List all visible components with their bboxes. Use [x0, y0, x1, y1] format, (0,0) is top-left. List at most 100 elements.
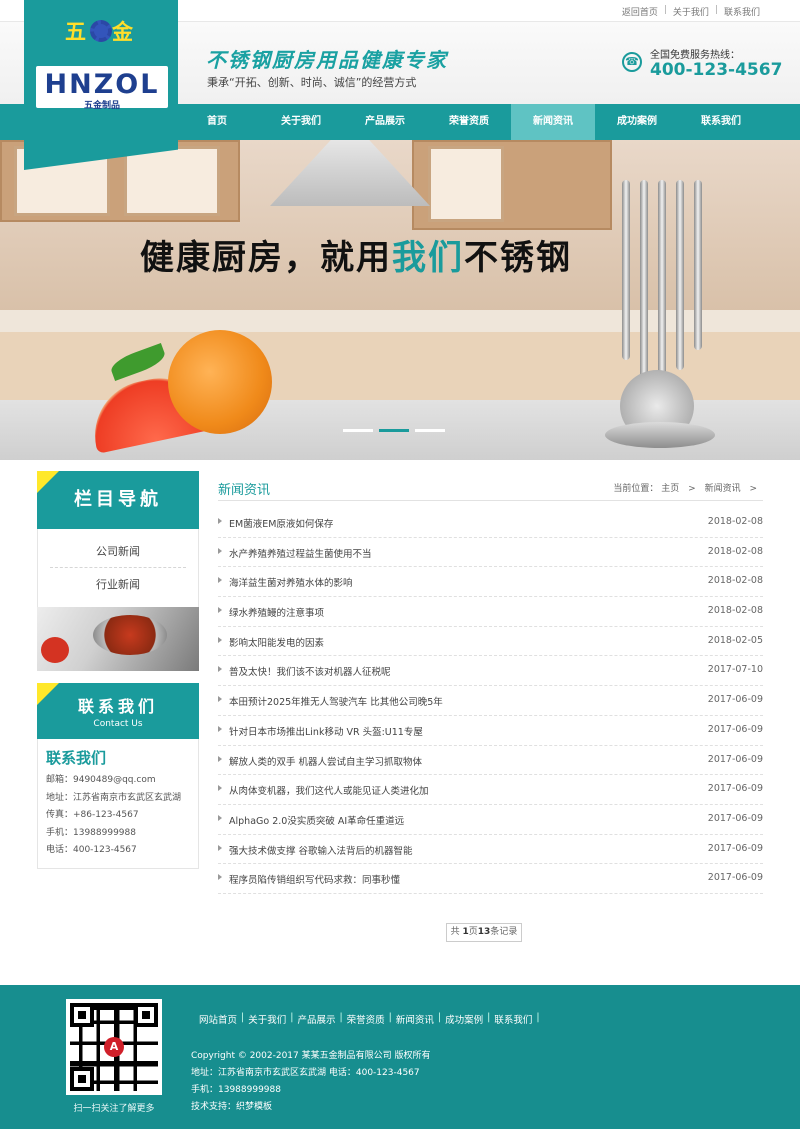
top-link-home[interactable]: 返回首页	[622, 5, 658, 18]
footer-link-contact[interactable]: 联系我们	[490, 1012, 536, 1026]
bullet-arrow-icon	[218, 518, 222, 524]
phone-icon: ☎	[622, 52, 642, 72]
list-item: 强大技术做支撑 谷歌输入法背后的机器智能 2017-06-09	[218, 835, 763, 865]
banner-text-part: 健康厨房，就用	[140, 238, 392, 278]
list-item: AlphaGo 2.0没实质突破 AI革命任重道远 2017-06-09	[218, 805, 763, 835]
news-title-link[interactable]: AlphaGo 2.0没实质突破 AI革命任重道远	[229, 813, 404, 827]
news-date: 2017-06-09	[707, 723, 763, 735]
news-date: 2018-02-08	[707, 605, 763, 617]
qr-code-image: A	[66, 999, 162, 1095]
column-nav-list: 公司新闻 行业新闻	[37, 529, 199, 607]
list-item: 针对日本市场推出Link移动 VR 头盔:U11专屋 2017-06-09	[218, 716, 763, 746]
footer-info: Copyright © 2002-2017 某某五金制品有限公司 版权所有 地址…	[191, 1048, 430, 1116]
news-date: 2018-02-08	[707, 516, 763, 527]
bullet-arrow-icon	[218, 814, 222, 821]
range-hood	[270, 140, 430, 206]
contact-header-title: 联系我们	[77, 697, 158, 716]
news-title-link[interactable]: 水产养殖养殖过程益生菌使用不当	[229, 546, 372, 560]
nav-item-products[interactable]: 产品展示	[343, 104, 427, 140]
separator: |	[714, 5, 718, 15]
footer-link-about[interactable]: 关于我们	[244, 1012, 290, 1026]
pager-mid: 页	[468, 927, 478, 937]
breadcrumb-label: 当前位置：	[613, 484, 659, 494]
nav-item-contact[interactable]: 联系我们	[679, 104, 763, 140]
list-item: 本田预计2025年推无人驾驶汽车 比其他公司晚5年 2017-06-09	[218, 686, 763, 716]
footer-mobile: 手机：13988999988	[191, 1085, 281, 1095]
breadcrumb: 当前位置： 主页 > 新闻资讯 >	[613, 481, 763, 494]
qr-finder	[70, 1067, 94, 1091]
news-title-link[interactable]: 本田预计2025年推无人驾驶汽车 比其他公司晚5年	[229, 694, 443, 708]
footer: A 扫一扫关注了解更多 网站首页 | 关于我们 | 产品展示 | 荣誉资质 | 新闻资讯…	[0, 985, 800, 1129]
news-date: 2017-06-09	[707, 783, 763, 795]
news-date: 2017-06-09	[707, 842, 763, 854]
contact-header: 联系我们 Contact Us	[37, 683, 199, 739]
list-item: 影响太阳能发电的因素 2018-02-05	[218, 627, 763, 657]
news-title-link[interactable]: 从肉体变机器，我们这代人或能见证人类进化加	[229, 783, 429, 797]
news-title-link[interactable]: 普及太快！我们该不该对机器人征税呢	[229, 664, 391, 678]
header-slogan: 不锈钢厨房用品健康专家	[206, 48, 448, 72]
footer-address: 地址：江苏省南京市玄武区玄武湖 电话：400-123-4567	[191, 1068, 420, 1078]
news-title-link[interactable]: 海洋益生菌对养殖水体的影响	[229, 575, 353, 589]
top-link-contact[interactable]: 联系我们	[724, 5, 760, 18]
footer-link-cases[interactable]: 成功案例	[441, 1012, 487, 1026]
news-title-link[interactable]: 绿水养殖鳗的注意事项	[229, 605, 324, 619]
hero-banner[interactable]: 健康厨房，就用我们不锈钢	[0, 140, 800, 460]
bullet-arrow-icon	[218, 785, 222, 792]
slide-dot[interactable]	[343, 429, 373, 432]
news-date: 2017-06-09	[707, 753, 763, 765]
column-nav-header: 栏目导航	[37, 471, 199, 529]
news-title-link[interactable]: EM菌液EM原液如何保存	[229, 516, 333, 530]
hotline-label: 全国免费服务热线：	[650, 50, 740, 61]
wok-image	[93, 615, 167, 655]
top-link-about[interactable]: 关于我们	[673, 5, 709, 18]
news-title-link[interactable]: 解放人类的双手 机器人尝试自主学习抓取物体	[229, 754, 422, 768]
gear-icon	[90, 20, 112, 42]
footer-nav: 网站首页 | 关于我们 | 产品展示 | 荣誉资质 | 新闻资讯 | 成功案例 | 联系我们…	[195, 1012, 540, 1026]
sidebar-item-company-news[interactable]: 公司新闻	[50, 535, 186, 568]
list-item: 水产养殖养殖过程益生菌使用不当 2018-02-08	[218, 538, 763, 568]
nav-item-cases[interactable]: 成功案例	[595, 104, 679, 140]
breadcrumb-separator: >	[749, 484, 757, 494]
utensil-image	[676, 180, 684, 370]
footer-support: 技术支持：织梦模板	[191, 1102, 273, 1112]
utensil-image	[640, 180, 648, 380]
qr-caption: 扫一扫关注了解更多	[73, 1104, 155, 1114]
breadcrumb-news[interactable]: 新闻资讯	[705, 484, 741, 494]
sidebar-item-industry-news[interactable]: 行业新闻	[50, 568, 186, 601]
contact-header-subtitle: Contact Us	[93, 719, 143, 729]
banner-text-highlight: 我们	[392, 238, 464, 278]
nav-item-news[interactable]: 新闻资讯	[511, 104, 595, 140]
news-date: 2018-02-08	[707, 545, 763, 557]
news-title-link[interactable]: 针对日本市场推出Link移动 VR 头盔:U11专屋	[229, 724, 423, 738]
footer-link-news[interactable]: 新闻资讯	[392, 1012, 438, 1026]
qr-finder	[134, 1003, 158, 1027]
news-title-link[interactable]: 影响太阳能发电的因素	[229, 635, 324, 649]
nav-item-honors[interactable]: 荣誉资质	[427, 104, 511, 140]
breadcrumb-home[interactable]: 主页	[661, 484, 679, 494]
footer-link-honors[interactable]: 荣誉资质	[343, 1012, 389, 1026]
header-tagline: 秉承“开拓、创新、时尚、诚信”的经营方式	[207, 76, 417, 89]
tomato-image	[41, 637, 69, 663]
list-item: 海洋益生菌对养殖水体的影响 2018-02-08	[218, 567, 763, 598]
footer-link-products[interactable]: 产品展示	[293, 1012, 339, 1026]
bullet-arrow-icon	[218, 844, 222, 851]
news-title-link[interactable]: 强大技术做支撑 谷歌输入法背后的机器智能	[229, 843, 413, 857]
news-title-link[interactable]: 程序员陷传销组织写代码求救：同事秒懂	[229, 872, 400, 886]
bullet-arrow-icon	[218, 547, 222, 554]
utensil-image	[658, 180, 666, 390]
news-date: 2017-07-10	[707, 664, 763, 676]
list-item: 绿水养殖鳗的注意事项 2018-02-08	[218, 597, 763, 627]
nav-item-about[interactable]: 关于我们	[259, 104, 343, 140]
list-item: 从肉体变机器，我们这代人或能见证人类进化加 2017-06-09	[218, 775, 763, 805]
site-logo[interactable]: 五金 HNZOL 五金制品	[24, 0, 178, 170]
slide-dot[interactable]	[415, 429, 445, 432]
sidebar: 栏目导航 公司新闻 行业新闻 联系我们 Contact Us 联系我们 邮箱：9…	[37, 471, 199, 869]
nav-item-home[interactable]: 首页	[175, 104, 259, 140]
list-item: 普及太快！我们该不该对机器人征税呢 2017-07-10	[218, 656, 763, 687]
slide-dot-active[interactable]	[379, 429, 409, 432]
slide-indicators	[343, 429, 445, 432]
news-header: 新闻资讯 当前位置： 主页 > 新闻资讯 >	[218, 471, 763, 501]
banner-text-part: 不锈钢	[464, 238, 572, 278]
footer-link-home[interactable]: 网站首页	[195, 1012, 241, 1026]
page-title: 新闻资讯	[218, 483, 271, 498]
